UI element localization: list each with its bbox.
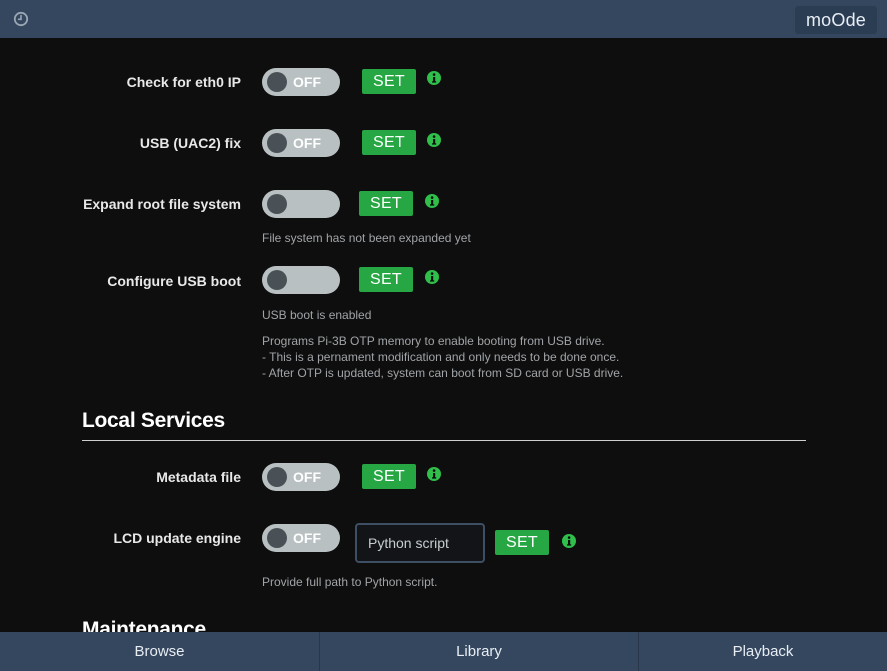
expand-toggle[interactable] (262, 190, 340, 218)
tab-browse[interactable]: Browse (0, 632, 319, 671)
toggle-knob (267, 194, 287, 214)
toggle-knob (267, 133, 287, 153)
info-icon[interactable] (561, 533, 577, 549)
brand-menu-button[interactable]: moOde (794, 6, 877, 34)
section-divider (82, 440, 806, 441)
toggle-knob (267, 72, 287, 92)
expand-help-text: File system has not been expanded yet (262, 231, 471, 245)
metadata-toggle[interactable]: OFF (262, 463, 340, 491)
toggle-state: OFF (293, 530, 321, 546)
lcd-toggle[interactable]: OFF (262, 524, 340, 552)
tab-playback[interactable]: Playback (638, 632, 887, 671)
toggle-state: OFF (293, 469, 321, 485)
bottom-nav-bar: Browse Library Playback (0, 632, 887, 671)
section-title-local-services: Local Services (82, 409, 225, 432)
lcd-script-input[interactable]: Python script (355, 523, 485, 563)
metadata-set-button[interactable]: SET (362, 464, 416, 489)
usbboot-status-text: USB boot is enabled (262, 308, 372, 322)
toggle-state: OFF (293, 74, 321, 90)
eth0-set-button[interactable]: SET (362, 69, 416, 94)
usbboot-set-button[interactable]: SET (359, 267, 413, 292)
top-bar: moOde (0, 0, 887, 38)
eth0-toggle[interactable]: OFF (262, 68, 340, 96)
metadata-label: Metadata file (156, 469, 241, 485)
uac2-toggle[interactable]: OFF (262, 129, 340, 157)
toggle-state: OFF (293, 135, 321, 151)
section-title-maintenance: Maintenance (82, 618, 206, 632)
uac2-label: USB (UAC2) fix (139, 135, 241, 151)
app-window: moOde Check for eth0 IP OFF SET USB (UAC… (0, 0, 887, 671)
expand-label: Expand root file system (83, 196, 241, 212)
lcd-set-button[interactable]: SET (495, 530, 549, 555)
toggle-knob (267, 528, 287, 548)
usbboot-help-line: - This is a pernament modification and o… (262, 350, 620, 364)
usbboot-toggle[interactable] (262, 266, 340, 294)
info-icon[interactable] (424, 193, 440, 209)
lcd-label: LCD update engine (113, 530, 241, 546)
info-icon[interactable] (426, 466, 442, 482)
info-icon[interactable] (424, 269, 440, 285)
tab-library[interactable]: Library (319, 632, 638, 671)
lcd-help-text: Provide full path to Python script. (262, 575, 438, 589)
eth0-label: Check for eth0 IP (126, 74, 241, 90)
clock-icon[interactable] (13, 11, 29, 27)
usbboot-label: Configure USB boot (107, 273, 241, 289)
toggle-knob (267, 270, 287, 290)
usbboot-help-line: - After OTP is updated, system can boot … (262, 366, 624, 380)
info-icon[interactable] (426, 70, 442, 86)
toggle-knob (267, 467, 287, 487)
expand-set-button[interactable]: SET (359, 191, 413, 216)
settings-content[interactable]: Check for eth0 IP OFF SET USB (UAC2) fix… (0, 38, 887, 632)
info-icon[interactable] (426, 132, 442, 148)
uac2-set-button[interactable]: SET (362, 130, 416, 155)
usbboot-help-line: Programs Pi-3B OTP memory to enable boot… (262, 334, 605, 348)
